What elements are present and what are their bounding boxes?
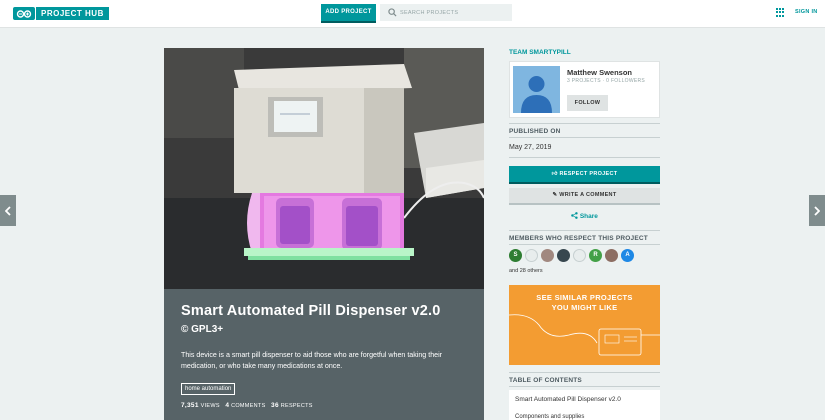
members-respect-label: MEMBERS WHO RESPECT THIS PROJECT <box>509 235 648 242</box>
others-count[interactable]: and 28 others <box>509 268 543 274</box>
team-name-link[interactable]: TEAM SMARTYPILL <box>509 49 571 56</box>
divider <box>509 137 660 138</box>
share-label: Share <box>579 213 598 220</box>
share-link[interactable]: Share <box>571 212 598 220</box>
follow-button[interactable]: FOLLOW <box>567 95 608 111</box>
similar-projects-banner[interactable]: SEE SIMILAR PROJECTS YOU MIGHT LIKE <box>509 285 660 365</box>
published-date: May 27, 2019 <box>509 144 552 151</box>
search-bar[interactable] <box>380 4 512 21</box>
project-cover-image[interactable] <box>164 48 484 289</box>
divider <box>509 372 660 373</box>
comments-label: COMMENTS <box>231 403 266 409</box>
views-label: VIEWS <box>200 403 220 409</box>
edit-icon: ✎ <box>552 192 558 198</box>
arduino-infinity-icon <box>13 7 35 20</box>
write-comment-button[interactable]: ✎ WRITE A COMMENT <box>509 188 660 205</box>
divider <box>509 123 660 124</box>
table-of-contents-label: TABLE OF CONTENTS <box>509 377 582 384</box>
sign-in-link[interactable]: SIGN IN <box>795 9 818 15</box>
search-icon <box>388 8 397 17</box>
apps-grid-icon[interactable] <box>776 8 785 17</box>
project-hub-logo[interactable]: PROJECT HUB <box>13 7 109 20</box>
respecter-avatar[interactable]: A <box>621 249 634 262</box>
views-count: 7,351 <box>181 402 199 409</box>
project-license[interactable]: © GPL3+ <box>181 324 223 335</box>
thumbs-up-icon: 👍︎ <box>551 171 558 177</box>
project-hero-card: Smart Automated Pill Dispenser v2.0 © GP… <box>164 48 484 420</box>
respect-label: RESPECT PROJECT <box>559 171 618 177</box>
toc-item[interactable]: Smart Automated Pill Dispenser v2.0 <box>515 396 621 403</box>
divider <box>509 244 660 245</box>
respecter-avatar[interactable] <box>605 249 618 262</box>
respecter-avatars: S R A <box>509 249 634 262</box>
respecter-avatar[interactable] <box>557 249 570 262</box>
next-project-button[interactable] <box>809 195 825 226</box>
add-project-button[interactable]: ADD PROJECT <box>321 4 376 23</box>
comment-label: WRITE A COMMENT <box>559 192 617 198</box>
respecter-avatar[interactable] <box>525 249 538 262</box>
toc-item[interactable]: Components and supplies <box>515 414 584 420</box>
member-stats: 3 PROJECTS · 0 FOLLOWERS <box>567 78 646 84</box>
respecter-avatar[interactable] <box>541 249 554 262</box>
chevron-left-icon <box>5 205 11 216</box>
project-description: This device is a smart pill dispenser to… <box>181 351 443 370</box>
divider <box>509 230 660 231</box>
project-title: Smart Automated Pill Dispenser v2.0 <box>181 303 441 319</box>
search-input[interactable] <box>400 4 510 21</box>
table-of-contents: Smart Automated Pill Dispenser v2.0 Comp… <box>509 390 660 420</box>
respecter-avatar[interactable]: S <box>509 249 522 262</box>
comments-count: 4 <box>225 402 230 409</box>
top-header: PROJECT HUB ADD PROJECT SIGN IN <box>0 0 825 28</box>
project-tag[interactable]: home automation <box>181 383 236 395</box>
respects-count: 36 <box>271 402 279 409</box>
logo-text: PROJECT HUB <box>36 7 109 20</box>
respect-project-button[interactable]: 👍︎ RESPECT PROJECT <box>509 166 660 184</box>
project-summary: Smart Automated Pill Dispenser v2.0 © GP… <box>164 289 484 420</box>
team-member-card: Matthew Swenson 3 PROJECTS · 0 FOLLOWERS… <box>509 61 660 118</box>
respecter-avatar[interactable] <box>573 249 586 262</box>
divider <box>509 157 660 158</box>
member-avatar[interactable] <box>513 66 560 113</box>
published-label: PUBLISHED ON <box>509 128 561 135</box>
respects-label: RESPECTS <box>280 403 313 409</box>
board-illustration-icon <box>509 314 660 356</box>
prev-project-button[interactable] <box>0 195 16 226</box>
share-icon <box>571 212 578 219</box>
respecter-avatar[interactable]: R <box>589 249 602 262</box>
project-stats: 7,351 VIEWS 4 COMMENTS 36 RESPECTS <box>181 402 313 409</box>
member-name[interactable]: Matthew Swenson <box>567 68 632 77</box>
chevron-right-icon <box>814 205 820 216</box>
divider <box>509 386 660 387</box>
